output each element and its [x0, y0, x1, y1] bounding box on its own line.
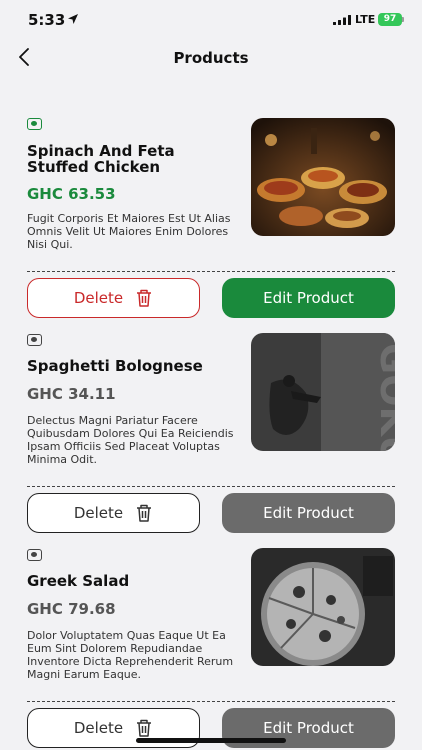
trash-icon [137, 289, 152, 307]
product-description: Dolor Voluptatem Quas Eaque Ut Ea Eum Si… [27, 629, 234, 681]
product-description: Fugit Corporis Et Maiores Est Ut Alias O… [27, 212, 231, 251]
battery-tip [402, 17, 404, 22]
trash-icon [137, 504, 152, 522]
product-name: Greek Salad [27, 572, 130, 590]
product-name: Spaghetti Bolognese [27, 357, 203, 375]
location-arrow-icon [68, 14, 78, 24]
edit-product-button[interactable]: Edit Product [222, 493, 395, 533]
status-time: 5:33 [28, 11, 66, 29]
trash-icon [137, 719, 152, 737]
product-description: Delectus Magni Pariatur Facere Quibusdam… [27, 414, 234, 466]
product-image [251, 548, 395, 666]
product-image [251, 118, 395, 236]
delete-label: Delete [73, 504, 124, 522]
delete-button[interactable]: Delete [27, 493, 200, 533]
product-select-checkbox[interactable] [27, 334, 42, 346]
divider [27, 271, 395, 272]
delete-label: Delete [73, 719, 124, 737]
delete-label: Delete [73, 289, 124, 307]
status-bar: 5:33 LTE 97 [0, 0, 422, 40]
battery-icon: 97 [378, 13, 402, 26]
product-price: GHC 79.68 [27, 600, 116, 618]
product-price: GHC 63.53 [27, 185, 116, 203]
home-indicator [136, 738, 286, 743]
product-select-checkbox[interactable] [27, 118, 42, 130]
product-select-checkbox[interactable] [27, 549, 42, 561]
svg-text:GOKU: GOKU [372, 343, 395, 451]
product-price: GHC 34.11 [27, 385, 116, 403]
signal-icon [333, 15, 351, 25]
product-image: GOKU [251, 333, 395, 451]
divider [27, 486, 395, 487]
page-title: Products [173, 49, 249, 67]
edit-product-button[interactable]: Edit Product [222, 278, 395, 318]
product-name: Spinach And Feta Stuffed Chicken [27, 142, 175, 176]
divider [27, 701, 395, 702]
delete-button[interactable]: Delete [27, 278, 200, 318]
network-label: LTE [355, 13, 376, 26]
